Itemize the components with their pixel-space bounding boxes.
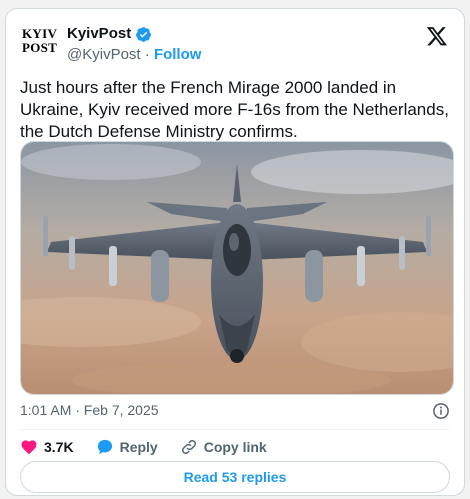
post-timestamp[interactable]: 1:01 AM · Feb 7, 2025	[20, 402, 159, 418]
logo-line1: KYIV	[22, 26, 58, 41]
action-bar: 3.7K Reply Copy link	[20, 435, 289, 459]
follow-button[interactable]: Follow	[154, 46, 202, 63]
verified-badge-icon	[136, 26, 152, 42]
fighter-jet-photo	[21, 142, 453, 394]
reply-bubble-icon	[97, 439, 112, 455]
copy-link-label: Copy link	[203, 439, 267, 455]
author-handle[interactable]: @KyivPost	[67, 46, 141, 63]
logo-line2: POST	[22, 40, 58, 55]
author-handle-row: @KyivPost · Follow	[67, 45, 201, 65]
heart-icon	[21, 440, 37, 455]
link-icon	[181, 439, 196, 455]
divider	[20, 429, 450, 430]
post-card: KYIV POST KyivPost @KyivPost · Follow Ju…	[5, 8, 465, 496]
tweet-text: Just hours after the French Mirage 2000 …	[20, 78, 449, 141]
like-button[interactable]: 3.7K	[20, 438, 74, 456]
like-count: 3.7K	[44, 439, 74, 455]
copy-link-button[interactable]: Copy link	[180, 438, 267, 456]
x-logo-icon[interactable]	[426, 25, 448, 47]
read-replies-button[interactable]: Read 53 replies	[20, 461, 450, 493]
reply-label: Reply	[119, 439, 158, 455]
author-display-name[interactable]: KyivPost	[67, 25, 201, 43]
handle-separator: ·	[144, 46, 150, 63]
tweet-image[interactable]	[20, 141, 454, 395]
post-header: KYIV POST KyivPost @KyivPost · Follow	[20, 23, 450, 67]
reply-button[interactable]: Reply	[96, 438, 158, 456]
display-name-text: KyivPost	[67, 25, 132, 42]
info-icon[interactable]	[432, 402, 450, 420]
author-info: KyivPost @KyivPost · Follow	[67, 25, 201, 65]
kyivpost-logo[interactable]: KYIV POST	[22, 27, 62, 63]
